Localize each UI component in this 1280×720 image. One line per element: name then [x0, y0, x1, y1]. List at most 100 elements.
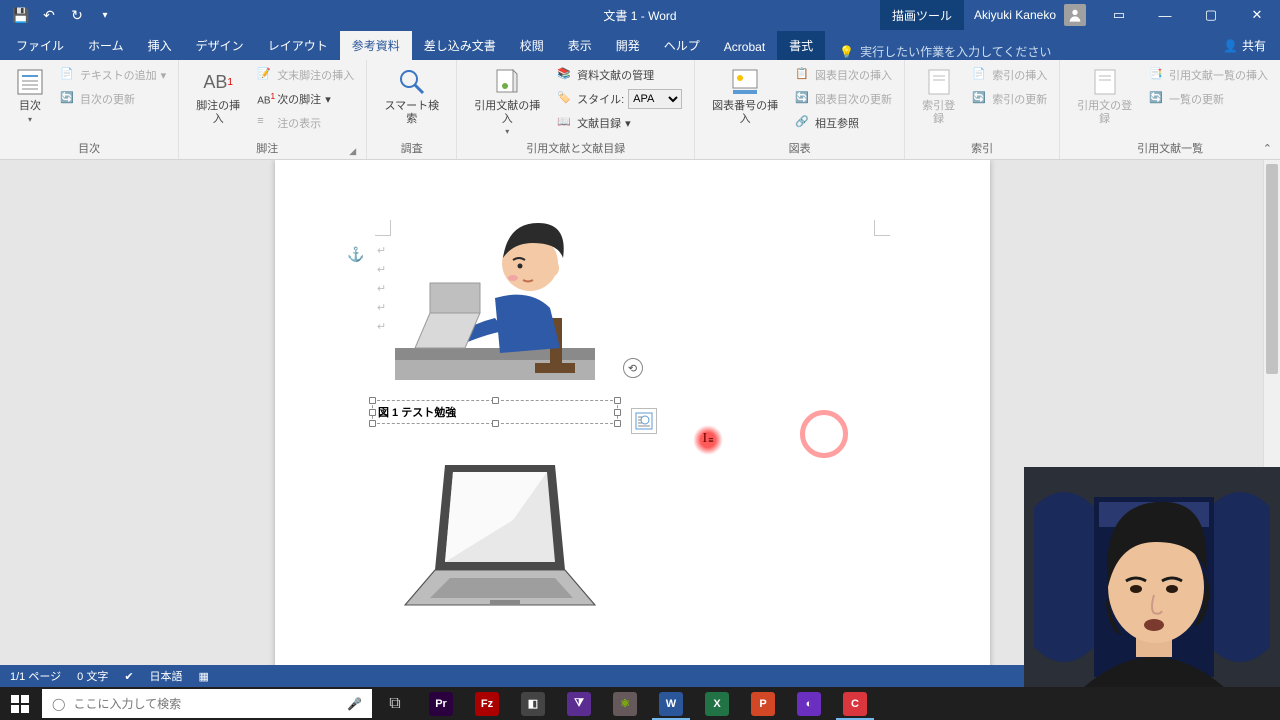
- document-page[interactable]: ⚓ ↵↵↵↵↵: [275, 160, 990, 687]
- ribbon-display-options[interactable]: ▭: [1096, 0, 1142, 30]
- image-laptop[interactable]: [395, 450, 605, 620]
- tab-developer[interactable]: 開発: [604, 31, 652, 60]
- toc-label: 目次: [19, 100, 41, 113]
- mark-index-icon: [923, 66, 955, 98]
- citation-style-select[interactable]: APA: [628, 89, 682, 109]
- resize-handle[interactable]: [614, 420, 621, 427]
- taskbar-app-visualstudio[interactable]: ⧩: [556, 687, 602, 720]
- resize-handle[interactable]: [369, 420, 376, 427]
- taskbar-app-camtasia[interactable]: C: [832, 687, 878, 720]
- manage-sources-button[interactable]: 📚資料文献の管理: [553, 64, 686, 86]
- tab-format[interactable]: 書式: [777, 31, 825, 60]
- tab-references[interactable]: 参考資料: [340, 31, 412, 60]
- qat-customize[interactable]: ▾: [92, 2, 118, 28]
- next-footnote-icon: AB1: [257, 91, 273, 107]
- insert-index-label: 索引の挿入: [992, 67, 1047, 83]
- next-footnote-button[interactable]: AB1次の脚注 ▾: [253, 88, 358, 110]
- taskbar-search[interactable]: ◯ ここに入力して検索 🎤: [42, 689, 372, 718]
- image-person-studying[interactable]: [385, 208, 605, 388]
- redo-button[interactable]: ↻: [64, 2, 90, 28]
- tab-view[interactable]: 表示: [556, 31, 604, 60]
- mark-index-entry-button[interactable]: 索引登録: [913, 64, 964, 127]
- undo-button[interactable]: ↶: [36, 2, 62, 28]
- minimize-button[interactable]: —: [1142, 0, 1188, 30]
- caption-text-box[interactable]: 図 1 テスト勉強: [370, 398, 620, 426]
- status-macro[interactable]: ▦: [199, 670, 209, 683]
- bibliography-button[interactable]: 📖文献目録 ▾: [553, 112, 686, 134]
- maximize-button[interactable]: ▢: [1188, 0, 1234, 30]
- insert-index-button[interactable]: 📄索引の挿入: [968, 64, 1051, 86]
- task-view-button[interactable]: ⧉: [372, 687, 418, 720]
- group-citations: 引用文献の挿入 ▾ 📚資料文献の管理 🏷️ スタイル: APA 📖文献目録 ▾ …: [457, 60, 695, 159]
- cross-reference-button[interactable]: 🔗相互参照: [791, 112, 896, 134]
- tab-layout[interactable]: レイアウト: [256, 31, 340, 60]
- taskbar-app-excel[interactable]: X: [694, 687, 740, 720]
- tab-file[interactable]: ファイル: [4, 31, 76, 60]
- update-index-button[interactable]: 🔄索引の更新: [968, 88, 1051, 110]
- tab-design[interactable]: デザイン: [184, 31, 256, 60]
- lightbulb-icon: 💡: [839, 45, 854, 59]
- tell-me-box[interactable]: 💡 実行したい作業を入力してください: [839, 43, 1209, 60]
- collapse-ribbon-button[interactable]: ⌃: [1259, 140, 1276, 157]
- tab-mailings[interactable]: 差し込み文書: [412, 31, 508, 60]
- insert-tof-button[interactable]: 📋図表目次の挿入: [791, 64, 896, 86]
- windows-icon: [11, 695, 29, 713]
- status-language[interactable]: 日本語: [150, 668, 183, 684]
- update-toa-button[interactable]: 🔄一覧の更新: [1145, 88, 1272, 110]
- group-toc-label: 目次: [8, 138, 170, 159]
- resize-handle[interactable]: [369, 409, 376, 416]
- insert-footnote-button[interactable]: AB1 脚注の挿入: [187, 64, 249, 127]
- cursor-indicator: I≡: [693, 425, 723, 455]
- insert-tof-label: 図表目次の挿入: [815, 67, 892, 83]
- resize-handle[interactable]: [369, 397, 376, 404]
- show-notes-button[interactable]: ≡注の表示: [253, 112, 358, 134]
- rotate-handle[interactable]: ⟲: [623, 358, 643, 378]
- mark-citation-button[interactable]: 引用文の登録: [1068, 64, 1141, 127]
- taskview-icon: ⧉: [389, 695, 400, 713]
- tab-acrobat[interactable]: Acrobat: [712, 34, 777, 60]
- resize-handle[interactable]: [614, 409, 621, 416]
- start-button[interactable]: [0, 687, 40, 720]
- scrollbar-thumb[interactable]: [1266, 164, 1278, 374]
- taskbar-app-atom[interactable]: ⚛: [602, 687, 648, 720]
- status-word-count[interactable]: 0 文字: [77, 668, 108, 684]
- tab-review[interactable]: 校閲: [508, 31, 556, 60]
- insert-caption-button[interactable]: 図表番号の挿入: [703, 64, 787, 127]
- share-button[interactable]: 👤 共有: [1209, 31, 1280, 60]
- redo-icon: ↻: [71, 7, 83, 24]
- layout-options-button[interactable]: [631, 408, 657, 434]
- resize-handle[interactable]: [492, 397, 499, 404]
- insert-toa-button[interactable]: 📑引用文献一覧の挿入: [1145, 64, 1272, 86]
- taskbar-app-filezilla[interactable]: Fz: [464, 687, 510, 720]
- account-area[interactable]: Akiyuki Kaneko: [964, 4, 1096, 26]
- taskbar-app-recorder[interactable]: ◐: [786, 687, 832, 720]
- add-text-button[interactable]: 📄テキストの追加 ▾: [56, 64, 170, 86]
- taskbar-app-premiere[interactable]: Pr: [418, 687, 464, 720]
- resize-handle[interactable]: [614, 397, 621, 404]
- crossref-icon: 🔗: [795, 115, 811, 131]
- tab-help[interactable]: ヘルプ: [652, 31, 712, 60]
- tell-me-placeholder: 実行したい作業を入力してください: [860, 43, 1051, 60]
- insert-citation-button[interactable]: 引用文献の挿入 ▾: [465, 64, 549, 138]
- insert-endnote-button[interactable]: 📝文末脚注の挿入: [253, 64, 358, 86]
- taskbar-search-placeholder: ここに入力して検索: [73, 695, 181, 712]
- resize-handle[interactable]: [492, 420, 499, 427]
- taskbar-app-word[interactable]: W: [648, 687, 694, 720]
- caption-text[interactable]: 図 1 テスト勉強: [378, 404, 456, 420]
- smart-lookup-button[interactable]: スマート検索: [375, 64, 448, 127]
- citation-style-row: 🏷️ スタイル: APA: [553, 88, 686, 110]
- toc-button[interactable]: 目次 ▾: [8, 64, 52, 126]
- close-button[interactable]: ✕: [1234, 0, 1280, 30]
- update-tof-button[interactable]: 🔄図表目次の更新: [791, 88, 896, 110]
- footnote-dialog-launcher[interactable]: ◢: [347, 146, 358, 159]
- update-toc-button[interactable]: 🔄目次の更新: [56, 88, 170, 110]
- save-button[interactable]: 💾: [8, 2, 34, 28]
- tab-insert[interactable]: 挿入: [136, 31, 184, 60]
- status-page[interactable]: 1/1 ページ: [10, 668, 61, 684]
- webcam-overlay: [1024, 467, 1280, 687]
- next-footnote-label: 次の脚注: [277, 91, 321, 107]
- tab-home[interactable]: ホーム: [76, 31, 136, 60]
- taskbar-app-powerpoint[interactable]: P: [740, 687, 786, 720]
- status-spellcheck[interactable]: ✔: [124, 670, 133, 683]
- taskbar-app-sublime[interactable]: ◧: [510, 687, 556, 720]
